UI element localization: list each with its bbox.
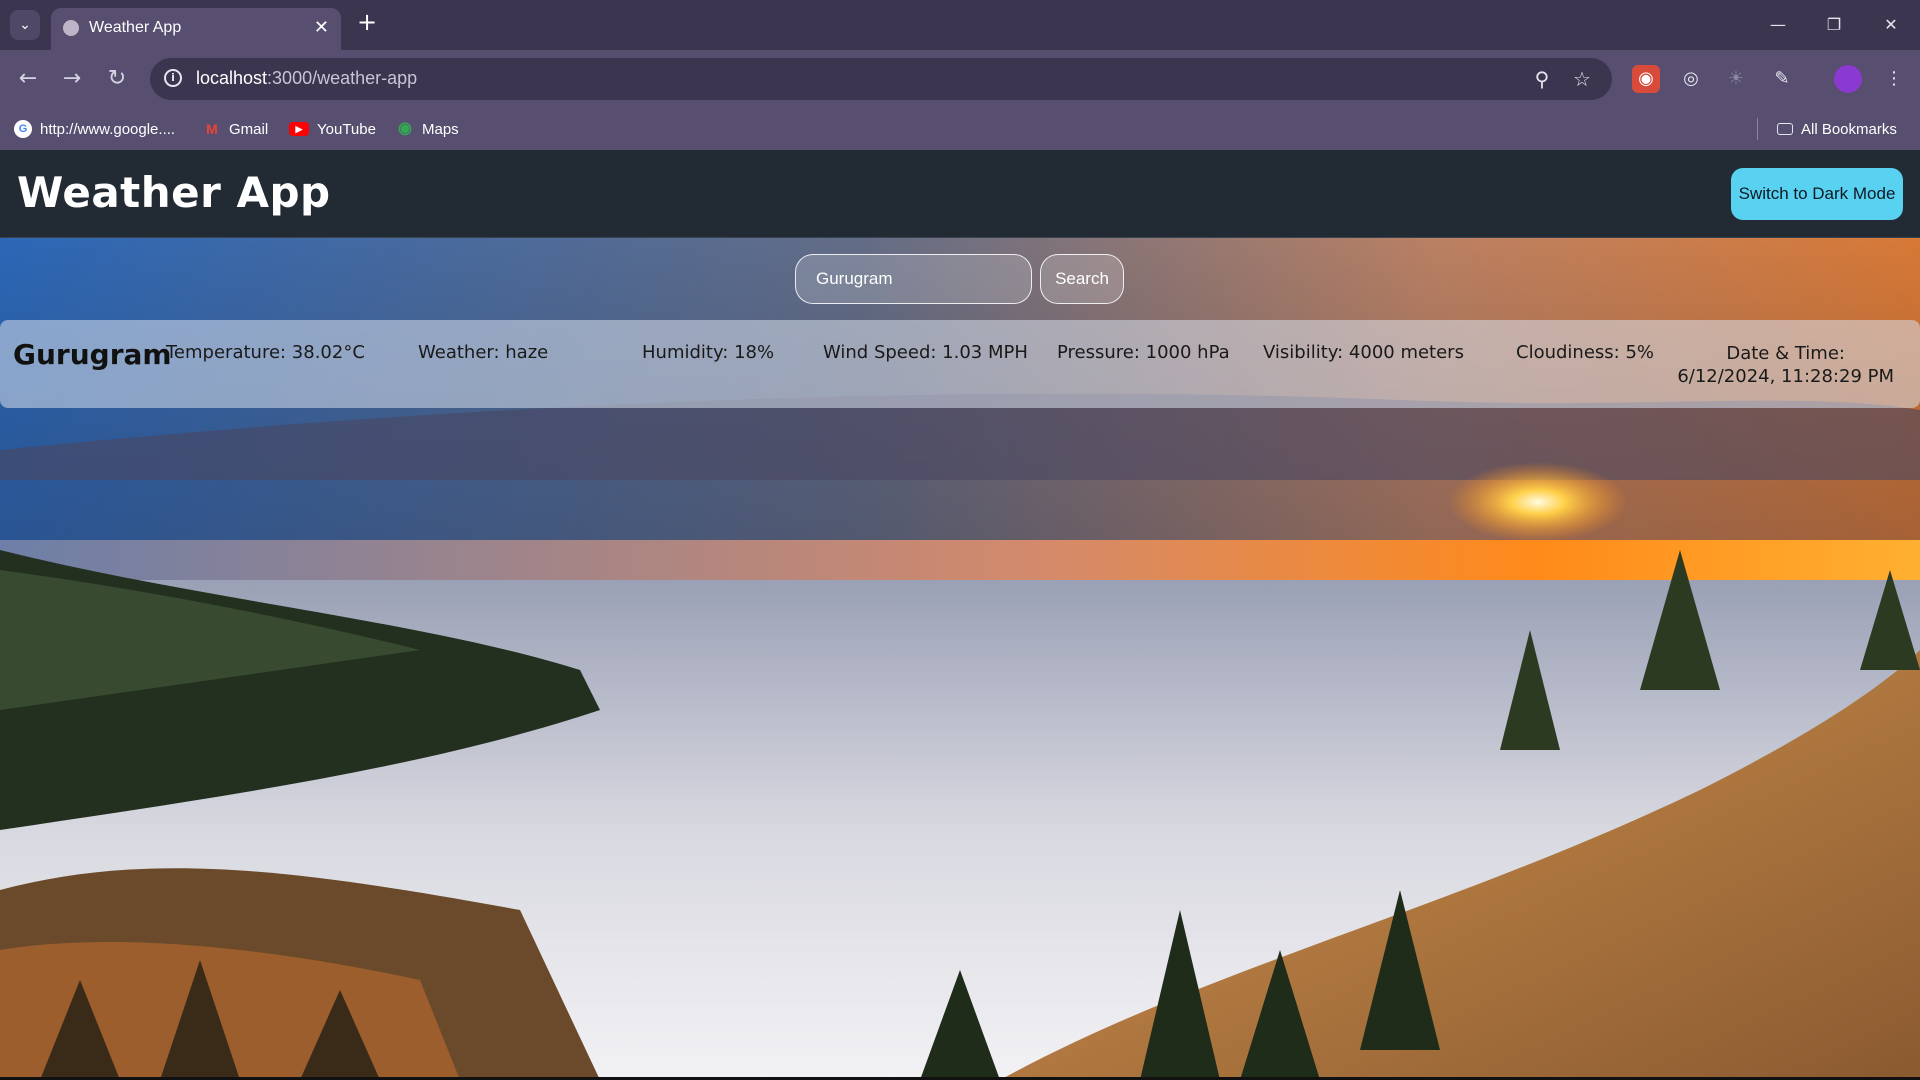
bookmark-youtube[interactable]: ▶ YouTube xyxy=(289,119,376,139)
bookmarks-divider xyxy=(1757,118,1758,140)
browser-tab[interactable]: Weather App ✕ xyxy=(51,8,341,50)
globe-icon xyxy=(63,20,79,36)
tab-search-chevron-icon[interactable]: ⌄ xyxy=(10,10,40,40)
youtube-icon: ▶ xyxy=(289,122,309,136)
bookmark-maps[interactable]: ◉ Maps xyxy=(396,119,459,139)
bookmark-google[interactable]: G http://www.google.... xyxy=(14,119,175,139)
tab-title: Weather App xyxy=(89,19,182,36)
humidity-value: Humidity: 18% xyxy=(642,342,775,363)
browser-toolbar: ← → ↻ i localhost:3000/weather-app ⚲ ☆ ◉… xyxy=(0,50,1920,108)
bookmark-star-icon[interactable]: ☆ xyxy=(1570,67,1594,91)
bookmark-label: YouTube xyxy=(317,120,376,138)
reload-icon[interactable]: ↻ xyxy=(103,65,131,93)
page-viewport: Weather App Switch to Dark Mode Search G… xyxy=(0,150,1920,1080)
browser-tab-bar: ⌄ Weather App ✕ + — ❐ ✕ xyxy=(0,0,1920,50)
all-bookmarks-button[interactable]: All Bookmarks xyxy=(1777,119,1897,139)
city-search-input[interactable] xyxy=(795,254,1032,304)
bookmark-label: Gmail xyxy=(229,120,269,138)
weather-info-panel: Gurugram Temperature: 38.02°C Weather: h… xyxy=(0,320,1920,408)
close-window-icon[interactable]: ✕ xyxy=(1871,10,1911,40)
temperature-value: Temperature: 38.02°C xyxy=(166,342,365,363)
minimize-window-icon[interactable]: — xyxy=(1758,10,1798,40)
url-text[interactable]: localhost:3000/weather-app xyxy=(196,68,417,89)
google-icon: G xyxy=(14,120,32,138)
profile-avatar[interactable] xyxy=(1834,65,1862,93)
pressure-value: Pressure: 1000 hPa xyxy=(1057,342,1230,363)
back-arrow-icon[interactable]: ← xyxy=(14,65,42,93)
bookmark-label: Maps xyxy=(422,120,459,138)
zoom-magnifier-icon[interactable]: ⚲ xyxy=(1530,67,1554,91)
bookmarks-bar: G http://www.google.... M Gmail ▶ YouTub… xyxy=(0,108,1920,150)
city-name: Gurugram xyxy=(13,338,172,371)
site-info-icon[interactable]: i xyxy=(164,69,182,87)
app-header: Weather App Switch to Dark Mode xyxy=(0,150,1920,238)
extensions-puzzle-icon[interactable]: ✎ xyxy=(1768,65,1796,93)
visibility-value: Visibility: 4000 meters xyxy=(1263,342,1464,363)
address-bar[interactable]: i localhost:3000/weather-app ⚲ ☆ xyxy=(150,58,1612,100)
search-button[interactable]: Search xyxy=(1040,254,1124,304)
app-title: Weather App xyxy=(17,168,331,217)
search-bar: Search xyxy=(0,254,1920,306)
url-host: localhost xyxy=(196,68,268,88)
extension-red-icon[interactable]: ◉ xyxy=(1632,65,1660,93)
date-time: Date & Time: 6/12/2024, 11:28:29 PM xyxy=(1677,342,1894,388)
wind-speed-value: Wind Speed: 1.03 MPH xyxy=(823,342,1028,363)
dark-mode-toggle-button[interactable]: Switch to Dark Mode xyxy=(1731,168,1903,220)
weather-condition-value: Weather: haze xyxy=(418,342,549,363)
gmail-icon: M xyxy=(206,121,218,137)
maps-pin-icon: ◉ xyxy=(398,120,412,137)
forward-arrow-icon[interactable]: → xyxy=(58,65,86,93)
new-tab-plus-icon[interactable]: + xyxy=(353,8,381,36)
extension-target-icon[interactable]: ◎ xyxy=(1677,65,1705,93)
date-time-label: Date & Time: xyxy=(1726,343,1845,364)
restore-window-icon[interactable]: ❐ xyxy=(1814,10,1854,40)
bookmark-gmail[interactable]: M Gmail xyxy=(203,119,268,139)
cloudiness-value: Cloudiness: 5% xyxy=(1516,342,1654,363)
date-time-value: 6/12/2024, 11:28:29 PM xyxy=(1677,366,1894,387)
url-path: :3000/weather-app xyxy=(267,68,418,88)
menu-kebab-icon[interactable]: ⋮ xyxy=(1880,65,1908,93)
bookmark-label: http://www.google.... xyxy=(40,120,176,138)
close-tab-icon[interactable]: ✕ xyxy=(314,17,329,38)
extension-sun-icon[interactable]: ☀ xyxy=(1722,65,1750,93)
all-bookmarks-label: All Bookmarks xyxy=(1801,120,1897,138)
folder-icon xyxy=(1777,123,1793,135)
